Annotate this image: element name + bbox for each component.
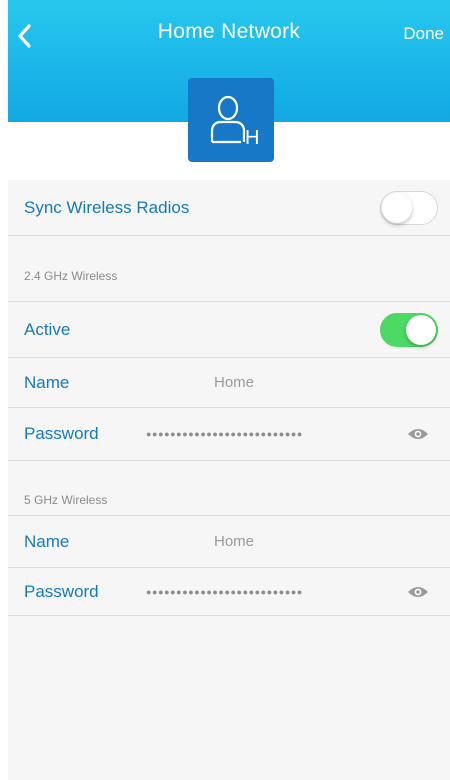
active-toggle[interactable] bbox=[380, 312, 438, 347]
sync-radios-toggle[interactable] bbox=[380, 190, 438, 225]
section-label-5ghz: 5 GHz Wireless bbox=[24, 493, 108, 507]
section-header-5ghz: 5 GHz Wireless bbox=[8, 460, 450, 516]
eye-icon[interactable] bbox=[406, 426, 430, 442]
user-home-icon: H bbox=[210, 95, 259, 148]
password-value-24ghz[interactable]: ●●●●●●●●●●●●●●●●●●●●●●●●●● bbox=[146, 429, 303, 439]
settings-panel: Sync Wireless Radios 2.4 GHz Wireless Ac… bbox=[8, 180, 450, 780]
name-label-24ghz: Name bbox=[24, 372, 70, 392]
password-label-5ghz: Password bbox=[24, 581, 99, 601]
active-row: Active bbox=[8, 302, 450, 358]
name-label-5ghz: Name bbox=[24, 531, 70, 551]
password-row-24ghz[interactable]: Password ●●●●●●●●●●●●●●●●●●●●●●●●●● bbox=[8, 408, 450, 460]
done-button[interactable]: Done bbox=[403, 24, 444, 44]
name-value-24ghz[interactable]: Home bbox=[214, 374, 254, 391]
network-avatar: H bbox=[188, 78, 274, 162]
password-value-5ghz[interactable]: ●●●●●●●●●●●●●●●●●●●●●●●●●● bbox=[146, 587, 303, 597]
sync-radios-row: Sync Wireless Radios bbox=[8, 180, 450, 236]
toggle-knob bbox=[406, 314, 436, 345]
section-label-24ghz: 2.4 GHz Wireless bbox=[24, 269, 118, 283]
name-row-24ghz[interactable]: Name Home bbox=[8, 358, 450, 408]
name-row-5ghz[interactable]: Name Home bbox=[8, 516, 450, 568]
sync-radios-label: Sync Wireless Radios bbox=[24, 197, 190, 217]
active-label: Active bbox=[24, 319, 71, 339]
password-label-24ghz: Password bbox=[24, 424, 99, 443]
eye-icon[interactable] bbox=[406, 584, 430, 600]
avatar-letter: H bbox=[245, 127, 259, 148]
password-row-5ghz[interactable]: Password ●●●●●●●●●●●●●●●●●●●●●●●●●● bbox=[8, 568, 450, 616]
toggle-knob bbox=[382, 192, 412, 223]
name-value-5ghz[interactable]: Home bbox=[214, 533, 254, 550]
section-header-24ghz: 2.4 GHz Wireless bbox=[8, 236, 450, 302]
page-title: Home Network bbox=[157, 20, 301, 43]
